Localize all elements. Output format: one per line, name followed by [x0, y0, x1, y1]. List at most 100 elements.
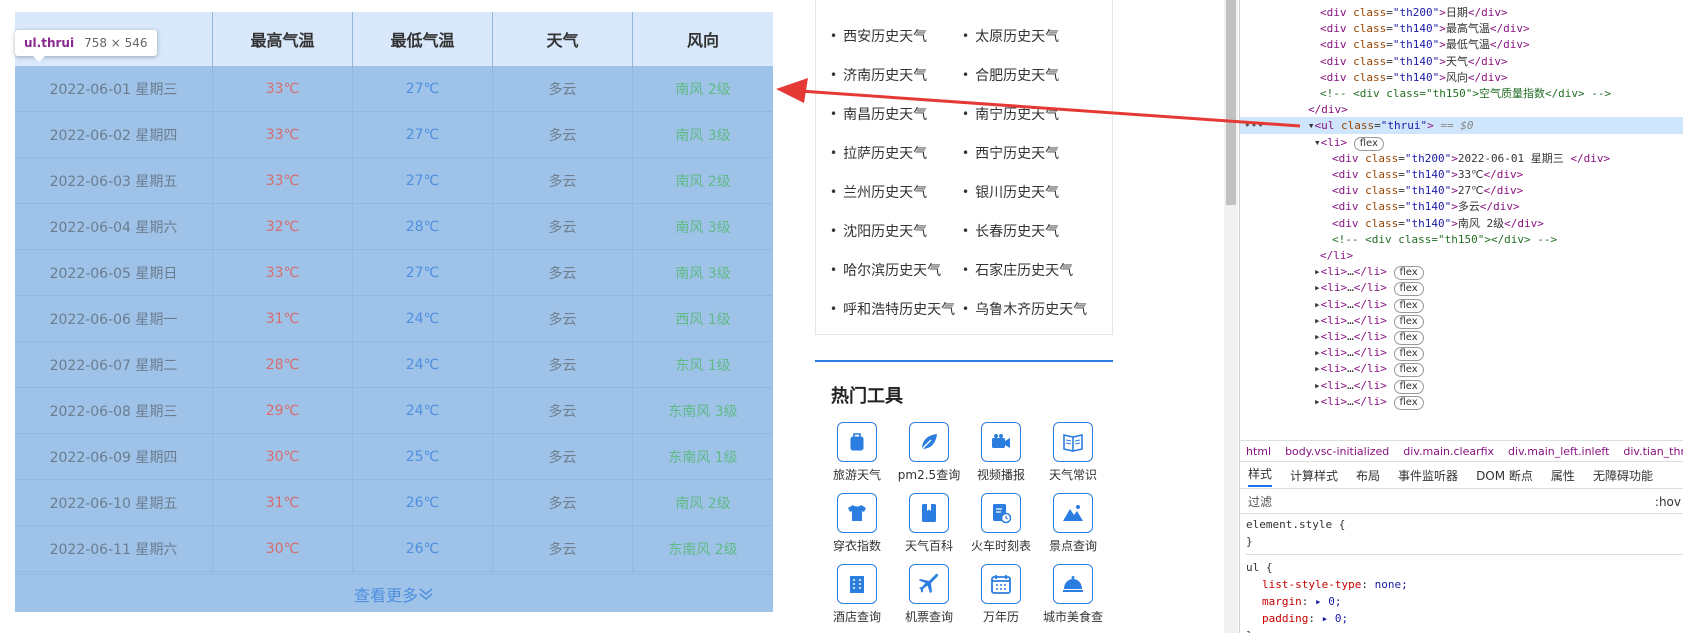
- dom-node-ul-thrui[interactable]: ••• ▾<ul class="thrui"> == $0: [1240, 117, 1683, 135]
- dom-node-cell-div[interactable]: <div class="th140">多云</div>: [1240, 198, 1683, 215]
- city-history-link[interactable]: 南昌历史天气: [830, 94, 962, 133]
- devtools-tab[interactable]: 事件监听器: [1398, 467, 1458, 484]
- css-property-value: ▸ 0;: [1315, 595, 1342, 608]
- date-cell: 2022-06-10 星期五: [15, 480, 213, 525]
- devtools-tab[interactable]: DOM 断点: [1476, 467, 1533, 484]
- devtools-tab[interactable]: 样式: [1248, 465, 1273, 487]
- tool-tshirt[interactable]: 穿衣指数: [821, 493, 893, 554]
- city-history-link[interactable]: 哈尔滨历史天气: [830, 250, 962, 289]
- css-property[interactable]: padding: ▸ 0;: [1246, 610, 1683, 627]
- breadcrumb-item[interactable]: div.main_left.inleft: [1508, 445, 1609, 458]
- low-temp-cell: 26℃: [353, 480, 493, 525]
- rule-close-brace: }: [1246, 535, 1253, 548]
- tool-airplane[interactable]: 机票查询: [893, 564, 965, 625]
- dom-close-div: </div>: [1308, 103, 1348, 117]
- dom-node-header-div[interactable]: <div class="th140">最高气温</div>: [1240, 20, 1683, 37]
- city-history-link[interactable]: 拉萨历史天气: [830, 133, 962, 172]
- tool-label: 火车时刻表: [970, 539, 1031, 553]
- styles-filter[interactable]: 过滤 :hov: [1240, 490, 1683, 514]
- weather-cell: 多云: [493, 434, 633, 479]
- high-temp-cell: 30℃: [213, 526, 353, 571]
- dom-node-li-collapsed[interactable]: ▸<li>…</li> flex: [1240, 393, 1683, 410]
- date-cell: 2022-06-05 星期日: [15, 250, 213, 295]
- low-temp-cell: 26℃: [353, 526, 493, 571]
- wind-cell: 东风 1级: [675, 357, 731, 374]
- city-history-link[interactable]: 呼和浩特历史天气: [830, 289, 962, 328]
- dom-node-li-collapsed[interactable]: ▸<li>…</li> flex: [1240, 279, 1683, 297]
- dom-node-cell-div[interactable]: <div class="th140">33℃</div>: [1240, 166, 1683, 183]
- tool-label: 机票查询: [904, 610, 953, 624]
- table-row: 2022-06-10 星期五 31℃ 26℃ 多云 南风 2级: [15, 480, 773, 526]
- city-history-link[interactable]: 南宁历史天气: [962, 94, 1122, 133]
- tool-building[interactable]: 酒店查询: [821, 564, 893, 625]
- devtools-tab[interactable]: 属性: [1551, 467, 1575, 484]
- city-history-link[interactable]: 银川历史天气: [962, 172, 1122, 211]
- devtools-breadcrumb: html body.vsc-initialized div.main.clearfi…: [1240, 440, 1683, 462]
- dom-node-li-collapsed[interactable]: ▸<li>…</li> flex: [1240, 377, 1683, 394]
- dom-node-header-div[interactable]: <div class="th140">最低气温</div>: [1240, 36, 1683, 53]
- dom-node-header-div[interactable]: <div class="th140">风向</div>: [1240, 69, 1683, 86]
- css-property-name: list-style-type: [1262, 578, 1362, 591]
- dom-node-li-collapsed[interactable]: ▸<li>…</li> flex: [1240, 360, 1683, 378]
- video-camera-icon: [981, 422, 1021, 462]
- dom-node-li-collapsed[interactable]: ▸<li>…</li> flex: [1240, 328, 1683, 345]
- dom-node-li-collapsed[interactable]: ▸<li>…</li> flex: [1240, 296, 1683, 313]
- building-icon: [837, 564, 877, 604]
- city-history-link[interactable]: 合肥历史天气: [962, 55, 1122, 94]
- tool-label: 视频播报: [976, 468, 1025, 482]
- breadcrumb-item[interactable]: html: [1246, 445, 1271, 458]
- high-temp-cell: 28℃: [213, 342, 353, 387]
- page-scrollbar-thumb[interactable]: [1226, 0, 1236, 205]
- header-low-temp: 最低气温: [353, 12, 493, 66]
- styles-rules: element.style { } ul { list-style-type: …: [1240, 516, 1683, 633]
- wind-cell: 东南风 1级: [668, 449, 738, 466]
- city-history-link[interactable]: 兰州历史天气: [830, 172, 962, 211]
- dom-node-li-collapsed[interactable]: ▸<li>…</li> flex: [1240, 312, 1683, 329]
- tool-video-camera[interactable]: 视频播报: [965, 422, 1037, 483]
- tool-food-cloche[interactable]: 城市美食查: [1037, 564, 1109, 625]
- book-icon: [1053, 422, 1093, 462]
- dom-node-header-div[interactable]: <div class="th140">天气</div>: [1240, 53, 1683, 70]
- dom-node-header-div[interactable]: <div class="th200">日期</div>: [1240, 4, 1683, 21]
- tool-label: pm2.5查询: [897, 468, 961, 482]
- low-temp-cell: 27℃: [353, 66, 493, 111]
- css-property[interactable]: list-style-type: none;: [1246, 576, 1683, 593]
- view-more-link[interactable]: 查看更多: [15, 574, 773, 612]
- devtools-tab[interactable]: 布局: [1356, 467, 1380, 484]
- food-cloche-icon: [1053, 564, 1093, 604]
- city-history-link[interactable]: 乌鲁木齐历史天气: [962, 289, 1122, 328]
- breadcrumb-item[interactable]: div.tian_three: [1623, 445, 1683, 458]
- tool-leaf[interactable]: pm2.5查询: [893, 422, 965, 483]
- tool-calendar[interactable]: 万年历: [965, 564, 1037, 625]
- tool-bookmark-book[interactable]: 天气百科: [893, 493, 965, 554]
- hov-toggle[interactable]: :hov: [1655, 495, 1681, 509]
- city-history-link[interactable]: 沈阳历史天气: [830, 211, 962, 250]
- tool-luggage[interactable]: 旅游天气: [821, 422, 893, 483]
- dom-node-li-collapsed[interactable]: ▸<li>…</li> flex: [1240, 263, 1683, 281]
- css-property-value: ▸ 0;: [1321, 612, 1349, 625]
- city-history-link[interactable]: 长春历史天气: [962, 211, 1122, 250]
- dom-node-cell-div[interactable]: <div class="th140">27℃</div>: [1240, 182, 1683, 199]
- table-row: 2022-06-05 星期日 33℃ 27℃ 多云 南风 3级: [15, 250, 773, 296]
- css-property[interactable]: margin: ▸ 0;: [1246, 593, 1683, 610]
- hot-tools-panel: 热门工具 旅游天气 pm2.5查询 视频播报 天气常识 穿衣指数 天气百科 火车时刻表 景点查…: [815, 360, 1113, 633]
- devtools-tab[interactable]: 无障碍功能: [1593, 467, 1653, 484]
- dom-node-cell-div[interactable]: <div class="th140">南风 2级</div>: [1240, 215, 1683, 232]
- breadcrumb-item[interactable]: body.vsc-initialized: [1285, 445, 1389, 458]
- city-history-link[interactable]: 石家庄历史天气: [962, 250, 1122, 289]
- tool-book[interactable]: 天气常识: [1037, 422, 1109, 483]
- city-history-link[interactable]: 济南历史天气: [830, 55, 962, 94]
- tool-schedule[interactable]: 火车时刻表: [965, 493, 1037, 554]
- dom-node-li-expanded[interactable]: ▾<li> flex: [1240, 134, 1683, 151]
- devtools-tab[interactable]: 计算样式: [1290, 467, 1338, 484]
- ul-rule-props: list-style-type: none; margin: ▸ 0; paddin…: [1246, 576, 1683, 627]
- breadcrumb-item[interactable]: div.main.clearfix: [1403, 445, 1494, 458]
- table-row: 2022-06-09 星期四 30℃ 25℃ 多云 东南风 1级: [15, 434, 773, 480]
- tool-mountain[interactable]: 景点查询: [1037, 493, 1109, 554]
- dom-node-cell-div[interactable]: <div class="th200">2022-06-01 星期三 </div>: [1240, 150, 1683, 167]
- city-history-link[interactable]: 西宁历史天气: [962, 133, 1122, 172]
- city-history-link[interactable]: 西安历史天气: [830, 16, 962, 55]
- date-cell: 2022-06-03 星期五: [15, 158, 213, 203]
- city-history-link[interactable]: 太原历史天气: [962, 16, 1122, 55]
- dom-node-li-collapsed[interactable]: ▸<li>…</li> flex: [1240, 344, 1683, 362]
